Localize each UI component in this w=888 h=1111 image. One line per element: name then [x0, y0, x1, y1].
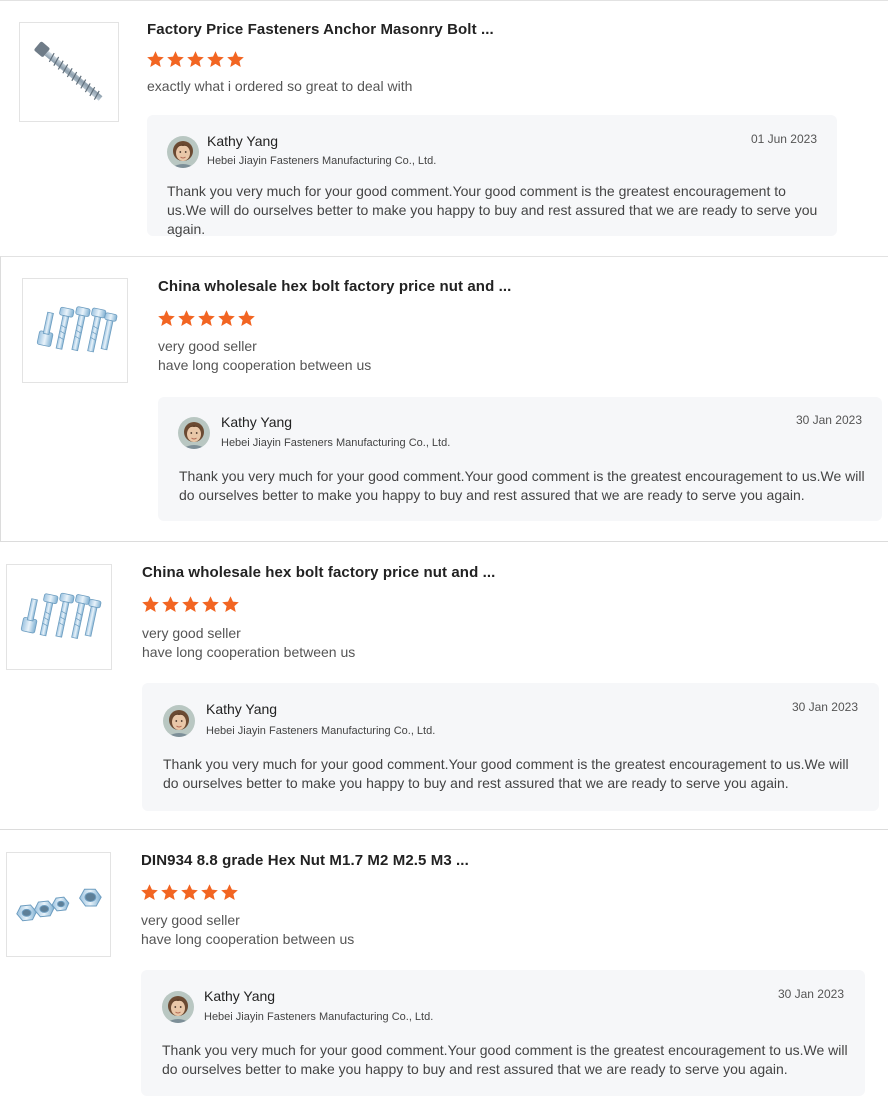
hex-nuts-image — [16, 888, 102, 922]
comment-line: have long cooperation between us — [141, 931, 355, 947]
star-icon — [237, 309, 256, 328]
review-card: Factory Price Fasteners Anchor Masonry B… — [0, 0, 888, 254]
reply-author: Kathy Yang — [221, 414, 293, 430]
star-rating — [157, 309, 256, 328]
review-comment: very good seller have long cooperation b… — [158, 337, 371, 375]
reply-author: Kathy Yang — [204, 988, 276, 1004]
star-icon — [206, 50, 225, 69]
reply-text: Thank you very much for your good commen… — [163, 756, 849, 791]
reply-company: Hebei Jiayin Fasteners Manufacturing Co.… — [221, 437, 451, 449]
avatar — [178, 417, 210, 449]
review-card: DIN934 8.8 grade Hex Nut M1.7 M2 M2.5 M3… — [0, 829, 888, 1111]
comment-line: have long cooperation between us — [142, 644, 356, 660]
reply-date: 30 Jan 2023 — [777, 987, 844, 1001]
product-title[interactable]: China wholesale hex bolt factory price n… — [142, 564, 495, 581]
star-icon — [146, 50, 165, 69]
comment-line: very good seller — [141, 912, 240, 928]
star-icon — [220, 883, 239, 902]
reply-text: Thank you very much for your good commen… — [167, 183, 818, 237]
comment-line: have long cooperation between us — [158, 357, 372, 373]
star-icon — [166, 50, 185, 69]
reply-company: Hebei Jiayin Fasteners Manufacturing Co.… — [204, 1011, 434, 1023]
reply-author: Kathy Yang — [207, 133, 279, 149]
star-icon — [201, 595, 220, 614]
seller-reply: Kathy Yang Hebei Jiayin Fasteners Manufa… — [142, 683, 879, 811]
reply-text: Thank you very much for your good commen… — [179, 468, 865, 503]
reply-author: Kathy Yang — [206, 701, 278, 717]
star-rating — [146, 50, 245, 69]
review-card: China wholesale hex bolt factory price n… — [0, 541, 888, 829]
star-icon — [186, 50, 205, 69]
star-rating — [140, 883, 239, 902]
reply-date: 30 Jan 2023 — [791, 700, 858, 714]
product-thumbnail[interactable] — [6, 852, 111, 957]
comment-line: exactly what i ordered so great to deal … — [147, 78, 413, 94]
product-title[interactable]: China wholesale hex bolt factory price n… — [158, 278, 511, 295]
star-icon — [221, 595, 240, 614]
hex-bolts-image — [20, 592, 102, 639]
comment-line: very good seller — [158, 338, 257, 354]
star-icon — [217, 309, 236, 328]
reply-company: Hebei Jiayin Fasteners Manufacturing Co.… — [207, 155, 437, 167]
anchor-bolt-image — [34, 41, 103, 101]
review-comment: very good seller have long cooperation b… — [141, 911, 354, 949]
review-comment: exactly what i ordered so great to deal … — [147, 77, 412, 96]
product-title[interactable]: Factory Price Fasteners Anchor Masonry B… — [147, 21, 494, 38]
star-icon — [161, 595, 180, 614]
star-icon — [180, 883, 199, 902]
product-thumbnail[interactable] — [19, 22, 119, 122]
reply-date: 01 Jun 2023 — [750, 132, 817, 146]
star-icon — [181, 595, 200, 614]
product-thumbnail[interactable] — [6, 564, 112, 670]
star-icon — [141, 595, 160, 614]
star-icon — [200, 883, 219, 902]
review-comment: very good seller have long cooperation b… — [142, 624, 355, 662]
reply-company: Hebei Jiayin Fasteners Manufacturing Co.… — [206, 725, 436, 737]
reply-date: 30 Jan 2023 — [795, 413, 862, 427]
seller-reply: Kathy Yang Hebei Jiayin Fasteners Manufa… — [147, 115, 837, 237]
seller-reply: Kathy Yang Hebei Jiayin Fasteners Manufa… — [141, 970, 865, 1096]
review-card: China wholesale hex bolt factory price n… — [0, 256, 888, 541]
star-icon — [197, 309, 216, 328]
star-icon — [157, 309, 176, 328]
star-rating — [141, 595, 240, 614]
avatar — [167, 136, 199, 168]
avatar — [162, 991, 194, 1023]
reply-text: Thank you very much for your good commen… — [162, 1042, 848, 1077]
star-icon — [140, 883, 159, 902]
star-icon — [177, 309, 196, 328]
hex-bolts-image — [36, 306, 118, 353]
avatar — [163, 705, 195, 737]
comment-line: very good seller — [142, 625, 241, 641]
star-icon — [226, 50, 245, 69]
product-thumbnail[interactable] — [22, 278, 128, 383]
product-title[interactable]: DIN934 8.8 grade Hex Nut M1.7 M2 M2.5 M3… — [141, 852, 469, 869]
seller-reply: Kathy Yang Hebei Jiayin Fasteners Manufa… — [158, 397, 882, 521]
star-icon — [160, 883, 179, 902]
